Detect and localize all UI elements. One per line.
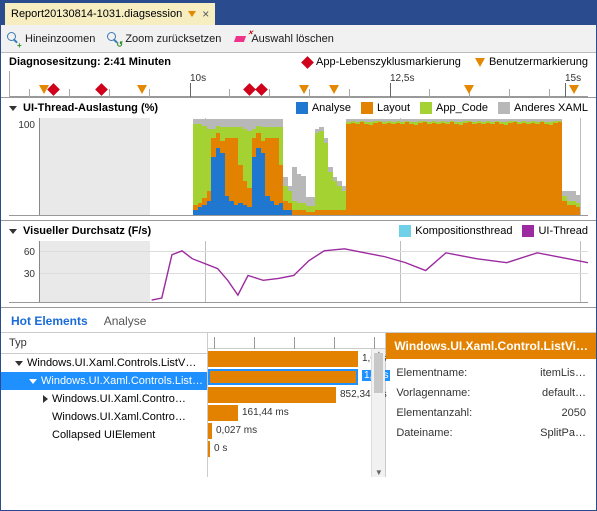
duration-bar[interactable]: 1,02s (208, 351, 358, 367)
tree-row-label: Collapsed UIElement (52, 429, 155, 441)
throughput-line (40, 241, 588, 302)
zoom-reset-label: Zoom zurücksetzen (125, 33, 221, 45)
duration-bar[interactable]: 161,44 ms (208, 405, 238, 421)
ruler-user-marker-icon[interactable] (329, 85, 339, 94)
window-tabbar: Report20130814-1031.diagsession × (1, 1, 596, 25)
clear-selection-label: Auswahl löschen (251, 33, 334, 45)
detail-value: SplitPa… (540, 427, 586, 439)
duration-bar-label: 161,44 ms (242, 407, 289, 418)
duration-bar[interactable]: 0,027 ms (208, 423, 212, 439)
detail-tabs: Hot Elements Analyse (1, 308, 596, 333)
detail-value: 2050 (540, 407, 586, 419)
ruler-user-marker-icon[interactable] (464, 85, 474, 94)
ui-thread-chart-section: UI-Thread-Auslastung (%) Analyse Layout … (1, 98, 596, 221)
ruler-tick-label: 12,5s (390, 73, 414, 84)
detail-panel: Windows.UI.Xaml.Control.ListVi… Elementn… (386, 333, 596, 477)
ruler-app-marker-icon[interactable] (97, 85, 106, 94)
tree-row-label: Windows.UI.Xaml.Controls.List… (41, 375, 203, 387)
chevron-right-icon[interactable] (43, 395, 48, 403)
tab-hot-elements[interactable]: Hot Elements (11, 314, 88, 328)
tree-row[interactable]: Collapsed UIElement (1, 426, 207, 444)
tree-row[interactable]: Windows.UI.Xaml.Contro… (1, 408, 207, 426)
duration-bar[interactable]: 0 s (208, 441, 210, 457)
tree-row[interactable]: Windows.UI.Xaml.Controls.ListV… (1, 354, 207, 372)
detail-value: itemLis… (540, 367, 586, 379)
zoom-in-label: Hineinzoomen (25, 33, 95, 45)
scrollbar-thumb[interactable] (374, 353, 383, 393)
collapse-icon[interactable] (9, 229, 17, 234)
detail-key: Elementanzahl: (396, 407, 530, 419)
chevron-down-icon[interactable]: ▼ (372, 468, 385, 477)
chevron-down-icon[interactable] (15, 361, 23, 366)
duration-minichart: 1,02s1,02s852,34 ms161,44 ms0,027 ms0 s … (208, 333, 386, 477)
duration-bar[interactable]: 1,02s (208, 369, 358, 385)
ruler-user-marker-icon[interactable] (569, 85, 579, 94)
detail-key: Elementname: (396, 367, 530, 379)
zoom-in-icon (7, 32, 21, 46)
time-ruler[interactable]: 10s 12,5s 15s (9, 71, 588, 97)
tree-header: Typ (1, 333, 207, 354)
document-tab[interactable]: Report20130814-1031.diagsession × (5, 3, 215, 25)
zoom-reset-icon (107, 32, 121, 46)
duration-bar-label: 0 s (214, 443, 227, 454)
throughput-chart-title: Visueller Durchsatz (F/s) (23, 225, 151, 237)
ruler-app-marker-icon[interactable] (245, 85, 254, 94)
detail-title: Windows.UI.Xaml.Control.ListVi… (386, 333, 596, 359)
detail-value: default… (540, 387, 586, 399)
duration-bar-label: 0,027 ms (216, 425, 257, 436)
detail-key: Vorlagenname: (396, 387, 530, 399)
zoom-reset-button[interactable]: Zoom zurücksetzen (107, 32, 221, 46)
ruler-app-marker-icon[interactable] (257, 85, 266, 94)
throughput-chart[interactable]: 60 30 (9, 241, 588, 303)
tree-row-label: Windows.UI.Xaml.Controls.ListV… (27, 357, 196, 369)
pin-icon[interactable] (188, 11, 196, 17)
tab-analyse[interactable]: Analyse (104, 314, 147, 328)
ui-thread-chart-title: UI-Thread-Auslastung (%) (23, 102, 158, 114)
throughput-chart-section: Visueller Durchsatz (F/s) Kompositionsth… (1, 221, 596, 308)
document-tab-title: Report20130814-1031.diagsession (11, 8, 182, 20)
ruler-user-marker-icon[interactable] (137, 85, 147, 94)
tree-row[interactable]: Windows.UI.Xaml.Contro… (1, 390, 207, 408)
ruler-app-marker-icon[interactable] (49, 85, 58, 94)
ui-thread-chart[interactable]: 100 (9, 118, 588, 216)
legend-app-lifecycle: App-Lebenszyklusmarkierung (303, 56, 461, 68)
element-tree: Typ Windows.UI.Xaml.Controls.ListV… Windo… (1, 333, 208, 477)
legend-user-marker: Benutzermarkierung (475, 56, 588, 68)
duration-bar[interactable]: 852,34 ms (208, 387, 336, 403)
toolbar: Hineinzoomen Zoom zurücksetzen Auswahl l… (1, 25, 596, 53)
bottom-pane: Typ Windows.UI.Xaml.Controls.ListV… Windo… (1, 333, 596, 477)
minichart-scrollbar[interactable]: ▲ ▼ (371, 349, 385, 477)
tree-row[interactable]: Windows.UI.Xaml.Controls.List… (1, 372, 207, 390)
tree-row-label: Windows.UI.Xaml.Contro… (52, 411, 186, 423)
collapse-icon[interactable] (9, 106, 17, 111)
clear-selection-button[interactable]: Auswahl löschen (233, 32, 334, 46)
session-section: Diagnosesitzung: 2:41 Minuten App-Lebens… (1, 53, 596, 98)
close-icon[interactable]: × (202, 8, 209, 20)
chevron-down-icon[interactable] (29, 379, 37, 384)
detail-key: Dateiname: (396, 427, 530, 439)
session-label: Diagnosesitzung: 2:41 Minuten (9, 56, 171, 68)
ruler-tick-label: 15s (565, 73, 581, 84)
tree-row-label: Windows.UI.Xaml.Contro… (52, 393, 186, 405)
zoom-in-button[interactable]: Hineinzoomen (7, 32, 95, 46)
eraser-icon (233, 32, 247, 46)
ruler-tick-label: 10s (190, 73, 206, 84)
ruler-user-marker-icon[interactable] (299, 85, 309, 94)
